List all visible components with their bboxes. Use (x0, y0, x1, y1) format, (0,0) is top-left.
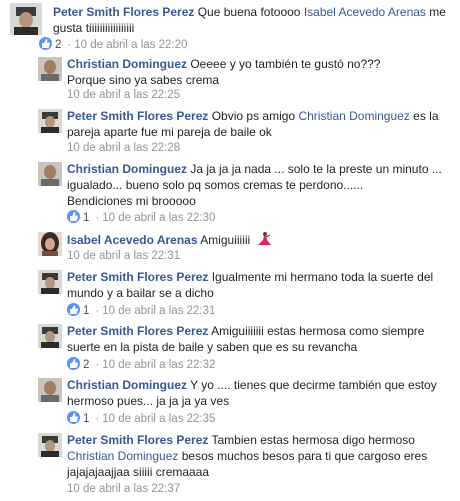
avatar-photo (38, 232, 62, 256)
avatar[interactable] (38, 433, 62, 457)
like-count[interactable]: 2 (83, 359, 89, 371)
avatar[interactable] (38, 57, 62, 81)
comment-body: Christian Dominguez Oeeee y yo también t… (67, 56, 455, 88)
comment-text: Igualmente mi hermano toda la suerte del (208, 270, 434, 284)
avatar[interactable] (38, 378, 62, 402)
author-link[interactable]: Christian Dominguez (67, 57, 187, 71)
comment-text: Ja ja ja ja nada ... solo te la preste u… (187, 162, 442, 176)
avatar[interactable] (38, 232, 62, 256)
timestamp[interactable]: 10 de abril a las 22:20 (74, 39, 187, 51)
author-link[interactable]: Christian Dominguez (67, 162, 187, 176)
comment-thread: Peter Smith Flores Perez Que buena fotoo… (0, 0, 460, 501)
comment-text: Amiguiiiiii (197, 233, 251, 247)
author-link[interactable]: Peter Smith Flores Perez (67, 270, 208, 284)
timestamp[interactable]: 10 de abril a las 22:31 (67, 250, 180, 262)
mention-link[interactable]: Isabel Acevedo Arenas (304, 5, 426, 19)
comment-text: Y yo .... tienes que decirme también que… (187, 378, 437, 392)
mention-link[interactable]: Christian Dominguez (298, 109, 409, 123)
comment-body: Peter Smith Flores Perez Tambien estas h… (67, 432, 455, 480)
comment-meta: 1 · 10 de abril a las 22:35 (67, 411, 215, 426)
comment-text: Amiguiiiiiii estas hermosa como siempre (208, 324, 425, 338)
avatar[interactable] (38, 324, 62, 348)
avatar[interactable] (38, 109, 62, 133)
comment-text: jajajajaajjaa siiiii cremaaaa (67, 465, 210, 479)
avatar-photo (38, 324, 62, 348)
author-link[interactable]: Isabel Acevedo Arenas (67, 233, 198, 247)
like-icon (67, 357, 80, 370)
avatar-photo (38, 109, 62, 133)
like-count[interactable]: 1 (83, 413, 89, 425)
timestamp[interactable]: 10 de abril a las 22:30 (102, 212, 215, 224)
comment-text: besos muchos besos para ti que cargoso e… (178, 449, 428, 463)
like-count[interactable]: 2 (55, 39, 61, 51)
author-link[interactable]: Peter Smith Flores Perez (67, 109, 208, 123)
avatar-photo (38, 433, 62, 457)
like-icon (67, 411, 80, 424)
avatar-photo (38, 378, 62, 402)
comment-body: Peter Smith Flores Perez Igualmente mi h… (67, 269, 455, 301)
like-icon (67, 210, 80, 223)
comment-text: Tambien estas hermosa digo hermoso (208, 433, 415, 447)
like-count[interactable]: 1 (83, 212, 89, 224)
comment-text: Oeeee y yo también te gustó no??? (187, 57, 381, 71)
avatar[interactable] (38, 270, 62, 294)
like-icon (67, 303, 80, 316)
avatar[interactable] (10, 3, 42, 35)
comment-text: igualado... bueno solo pq somos cremas t… (67, 178, 364, 192)
avatar-photo (10, 3, 42, 35)
like-count[interactable]: 1 (83, 305, 89, 317)
comment-text: Obvio ps amigo (208, 109, 299, 123)
timestamp[interactable]: 10 de abril a las 22:25 (67, 89, 180, 101)
comment-body: Christian Dominguez Ja ja ja ja nada ...… (67, 161, 455, 209)
author-link[interactable]: Peter Smith Flores Perez (67, 433, 208, 447)
comment-meta: 10 de abril a las 22:28 (67, 141, 180, 155)
comment-body: Peter Smith Flores Perez Obvio ps amigo … (67, 108, 455, 140)
comment-meta: 1 · 10 de abril a las 22:30 (67, 210, 215, 225)
comment-body: Isabel Acevedo Arenas Amiguiiiiii (67, 231, 455, 248)
comment-text: es la (409, 109, 439, 123)
comment-body: Peter Smith Flores Perez Que buena fotoo… (53, 4, 455, 36)
avatar-photo (38, 162, 62, 186)
timestamp[interactable]: 10 de abril a las 22:31 (102, 305, 215, 317)
mention-link[interactable]: Christian Dominguez (67, 449, 178, 463)
comment-meta: 2 · 10 de abril a las 22:32 (67, 357, 215, 372)
comment-meta: 10 de abril a las 22:37 (67, 482, 180, 496)
author-link[interactable]: Christian Dominguez (67, 378, 187, 392)
avatar[interactable] (38, 162, 62, 186)
like-icon (39, 37, 52, 50)
timestamp[interactable]: 10 de abril a las 22:28 (67, 142, 180, 154)
comment-body: Christian Dominguez Y yo .... tienes que… (67, 377, 455, 409)
timestamp[interactable]: 10 de abril a las 22:32 (102, 359, 215, 371)
comment-text: hermoso pues... ja ja ja ya ves (67, 394, 230, 408)
comment-meta: 2 · 10 de abril a las 22:20 (39, 37, 187, 52)
timestamp[interactable]: 10 de abril a las 22:35 (102, 413, 215, 425)
avatar-photo (38, 270, 62, 294)
timestamp[interactable]: 10 de abril a las 22:37 (67, 483, 180, 495)
author-link[interactable]: Peter Smith Flores Perez (67, 324, 208, 338)
comment-body: Peter Smith Flores Perez Amiguiiiiiii es… (67, 323, 455, 355)
comment-text: Que buena fotoooo (194, 5, 304, 19)
comment-text: Porque sino ya sabes crema (67, 73, 220, 87)
comment-meta: 10 de abril a las 22:25 (67, 88, 180, 102)
comment-text: suerte en la pista de baile y saben que … (67, 340, 358, 354)
comment-meta: 1 · 10 de abril a las 22:31 (67, 303, 215, 318)
comment-text: pareja aparte fue mi pareja de baile ok (67, 125, 272, 139)
dancer-emoji (257, 232, 271, 245)
comment-text: Bendiciones mi brooooo (67, 194, 196, 208)
comment-text: mundo y a bailar se a dicho (67, 286, 214, 300)
comment-meta: 10 de abril a las 22:31 (67, 249, 180, 263)
author-link[interactable]: Peter Smith Flores Perez (53, 5, 194, 19)
avatar-photo (38, 57, 62, 81)
